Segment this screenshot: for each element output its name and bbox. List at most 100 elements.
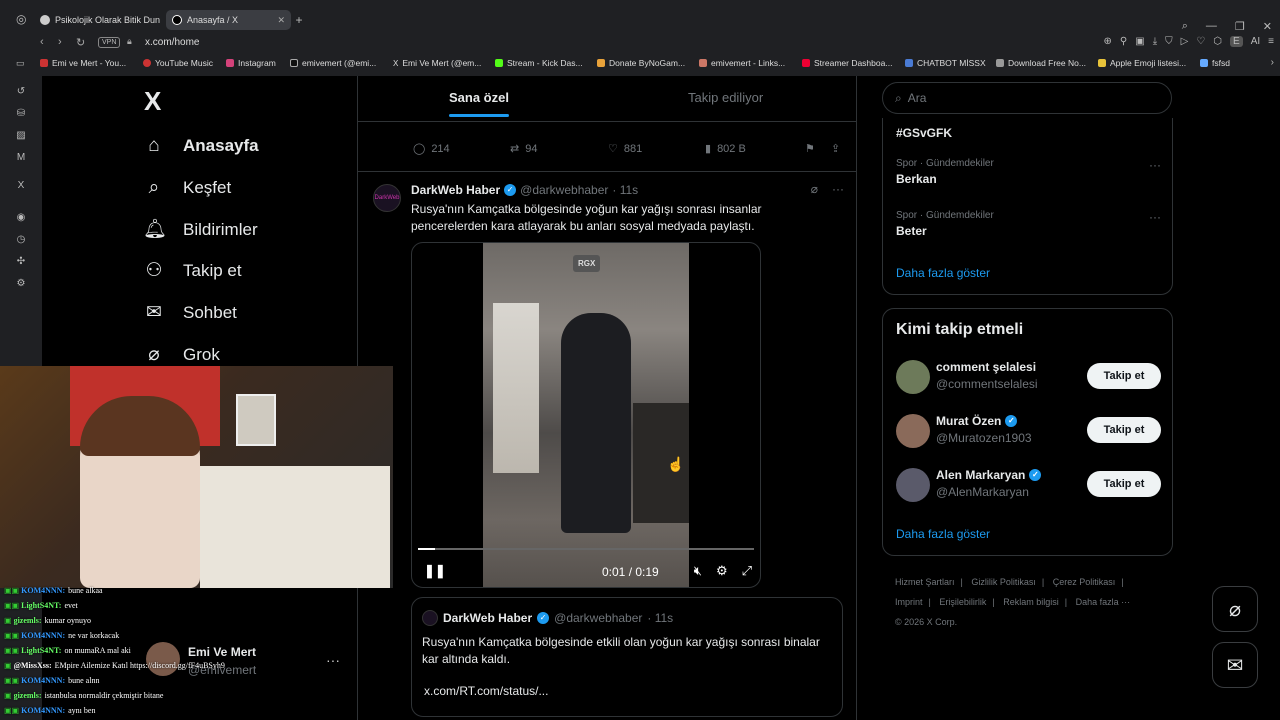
settings-icon[interactable]: ⚙	[15, 278, 27, 290]
bookmark-item[interactable]: YouTube Music	[143, 58, 213, 68]
quote-link[interactable]: x.com/RT.com/status/...	[424, 684, 548, 698]
tab-psikolojik[interactable]: Psikolojik Olarak Bitik Dun	[34, 10, 160, 30]
bag-icon[interactable]: ⛁	[15, 108, 27, 120]
m-app-icon[interactable]: M	[15, 152, 27, 164]
author-name[interactable]: DarkWeb Haber	[411, 183, 500, 197]
bookmark-item[interactable]: Streamer Dashboa...	[802, 58, 892, 68]
follow-button[interactable]: Takip et	[1087, 363, 1161, 389]
tweet-time[interactable]: · 11s	[612, 183, 638, 197]
follow-button[interactable]: Takip et	[1087, 471, 1161, 497]
heart-icon[interactable]: ♡	[1196, 36, 1205, 47]
footer-link[interactable]: Daha fazla ···	[1076, 597, 1131, 607]
footer-link[interactable]: Hizmet Şartları	[895, 577, 955, 587]
forward-icon[interactable]: ›	[58, 36, 62, 48]
quote-author-handle[interactable]: @darkwebhaber	[554, 611, 642, 625]
pin-icon[interactable]: ⚲	[1120, 36, 1127, 47]
grok-fab-button[interactable]: ⌀	[1212, 586, 1258, 632]
video-settings-icon[interactable]: ⚙	[716, 563, 728, 579]
bookmark-item[interactable]: Donate ByNoGam...	[597, 58, 685, 68]
trend-item[interactable]: #GSvGFK	[896, 123, 1161, 140]
bookmark-item[interactable]: Download Free No...	[996, 58, 1086, 68]
nav-messages[interactable]: ✉ Sohbet	[143, 302, 237, 324]
bookmark-button[interactable]: ⚑	[805, 142, 815, 155]
bookmark-item[interactable]: emivemert - Links...	[699, 58, 785, 68]
video-player[interactable]: RGX ❚❚ 0:01 / 0:19 🔇︎ ⚙ ⤢	[411, 242, 761, 588]
bookmarks-overflow-icon[interactable]: ›	[1271, 57, 1274, 68]
video-progress-bar[interactable]	[418, 548, 754, 550]
more-icon[interactable]: ···	[1149, 158, 1161, 172]
bookmark-item[interactable]: Emi ve Mert - You...	[40, 58, 126, 68]
retweet-button[interactable]: ⇄ 94	[510, 142, 537, 156]
zoom-icon[interactable]: ⊕	[1104, 36, 1112, 47]
circle-app-icon[interactable]: ◉	[15, 212, 27, 224]
views-button[interactable]: ▮ 802 B	[705, 142, 746, 156]
trend-item[interactable]: Spor · Gündemdekiler Berkan ···	[896, 158, 1161, 186]
follow-suggestion[interactable]: Alen Markaryan ✓ @AlenMarkaryan Takip et	[896, 465, 1161, 505]
bookmarks-icon[interactable]: ▭	[16, 58, 25, 69]
avatar[interactable]: DarkWeb	[373, 184, 401, 212]
url-field[interactable]: x.com/home	[145, 37, 199, 48]
avatar[interactable]	[896, 360, 930, 394]
footer-link[interactable]: Reklam bilgisi	[1003, 597, 1059, 607]
show-more-follow-link[interactable]: Daha fazla göster	[896, 527, 990, 541]
menu-icon[interactable]: ≡	[1268, 36, 1274, 47]
search-input[interactable]: ⌕ Ara	[882, 82, 1172, 114]
nav-follow[interactable]: ⚇ Takip et	[143, 260, 241, 282]
bookmark-item[interactable]: CHATBOT MİSSX	[905, 58, 986, 68]
reply-button[interactable]: ◯ 214	[413, 142, 450, 156]
nav-home[interactable]: ⌂ Anasayfa	[143, 135, 258, 157]
follow-suggestion[interactable]: comment şelalesi @commentselalesi Takip …	[896, 357, 1161, 397]
author-handle[interactable]: @darkwebhaber	[520, 183, 608, 197]
vpn-badge[interactable]: VPN	[98, 37, 121, 48]
extensions-icon[interactable]: ⬡	[1213, 36, 1222, 47]
tab-x-home[interactable]: Anasayfa / X ✕	[166, 10, 291, 30]
bookmark-item[interactable]: Apple Emoji listesi...	[1098, 58, 1186, 68]
new-tab-button[interactable]: +	[292, 10, 306, 30]
tab-following[interactable]: Takip ediliyor	[688, 90, 763, 105]
avatar[interactable]	[896, 468, 930, 502]
avatar[interactable]	[896, 414, 930, 448]
bookmark-item[interactable]: fsfsd	[1200, 58, 1230, 68]
pinboard-icon[interactable]: ▨	[15, 130, 27, 142]
footer-link[interactable]: Gizlilik Politikası	[971, 577, 1036, 587]
grok-tweet-icon[interactable]: ⌀	[811, 182, 818, 196]
quoted-tweet[interactable]: DarkWeb Haber ✓ @darkwebhaber · 11s Rusy…	[411, 597, 843, 717]
nav-notifications[interactable]: 🔔︎ Bildirimler	[143, 219, 258, 241]
tab-close-icon[interactable]: ✕	[277, 15, 285, 26]
bookmark-item[interactable]: emivemert (@emi...	[290, 58, 376, 68]
nav-grok[interactable]: ⌀ Grok	[143, 344, 220, 366]
quote-author-name[interactable]: DarkWeb Haber	[443, 611, 532, 625]
footer-link[interactable]: Erişilebilirlik	[939, 597, 986, 607]
history-icon[interactable]: ↺	[15, 86, 27, 98]
close-window-icon[interactable]: ✕	[1263, 20, 1272, 33]
opera-logo-icon[interactable]: ◎	[16, 12, 26, 26]
lock-icon[interactable]: 🔒︎	[127, 36, 132, 47]
messages-fab-button[interactable]: ✉	[1212, 642, 1258, 688]
bookmark-item[interactable]: X Emi Ve Mert (@em...	[393, 58, 481, 68]
footer-link[interactable]: Imprint	[895, 597, 923, 607]
search-tabs-icon[interactable]: ⌕	[1182, 20, 1188, 33]
clock-icon[interactable]: ◷	[15, 234, 27, 246]
tweet[interactable]: DarkWeb DarkWeb Haber ✓ @darkwebhaber · …	[358, 171, 856, 717]
download-icon[interactable]: ⤓	[1153, 36, 1157, 47]
more-icon[interactable]: ···	[832, 182, 844, 196]
puzzle-icon[interactable]: ✣	[15, 256, 27, 268]
follow-suggestion[interactable]: Murat Özen ✓ @Muratozen1903 Takip et	[896, 411, 1161, 451]
nav-explore[interactable]: ⌕ Keşfet	[143, 177, 232, 199]
ai-button[interactable]: AI	[1251, 36, 1260, 47]
maximize-icon[interactable]: ❐	[1235, 20, 1245, 33]
trend-item[interactable]: Spor · Gündemdekiler Beter ···	[896, 210, 1161, 238]
tab-for-you[interactable]: Sana özel	[449, 90, 509, 117]
show-more-trends-link[interactable]: Daha fazla göster	[896, 266, 990, 280]
shield-icon[interactable]: ⛉	[1165, 36, 1173, 47]
minimize-icon[interactable]: —	[1206, 20, 1217, 33]
fullscreen-icon[interactable]: ⤢	[742, 563, 752, 579]
bookmark-item[interactable]: Stream - Kick Das...	[495, 58, 583, 68]
play-icon[interactable]: ▷	[1181, 36, 1189, 47]
footer-link[interactable]: Çerez Politikası	[1053, 577, 1116, 587]
reload-icon[interactable]: ↻	[76, 36, 85, 49]
like-button[interactable]: ♡ 881	[608, 142, 642, 156]
bookmark-item[interactable]: Instagram	[226, 58, 276, 68]
back-icon[interactable]: ‹	[40, 36, 44, 48]
pause-icon[interactable]: ❚❚	[424, 563, 446, 579]
